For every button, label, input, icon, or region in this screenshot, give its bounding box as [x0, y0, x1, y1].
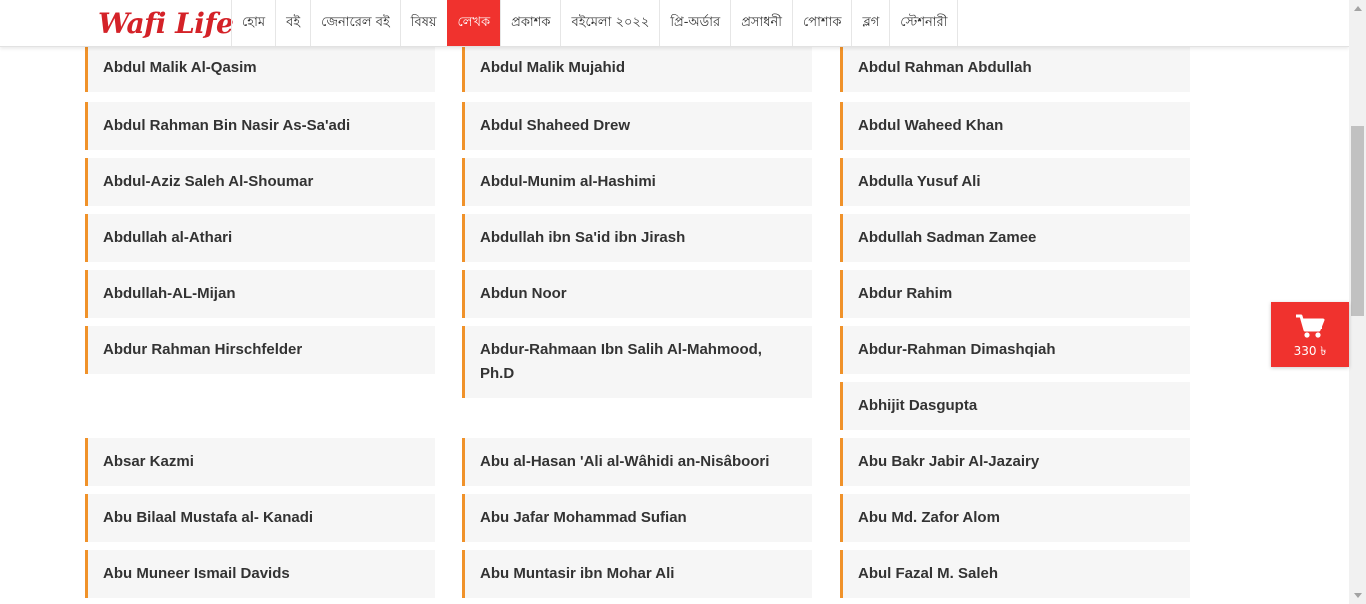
author-card[interactable]: Abhijit Dasgupta — [840, 382, 1190, 430]
floating-cart-button[interactable]: 330 ৳ — [1271, 302, 1349, 367]
scrollbar-thumb[interactable] — [1351, 126, 1364, 316]
site-logo[interactable]: Wafi Life — [98, 6, 234, 42]
nav-item-subjects[interactable]: বিষয় — [399, 0, 447, 46]
author-card[interactable]: Abu Muneer Ismail Davids — [85, 550, 435, 598]
author-card[interactable]: Abdur Rahman Hirschfelder — [85, 326, 435, 374]
author-grid: Abdul Malik Al-Qasim Abdul Malik Mujahid A… — [0, 0, 1349, 604]
nav-item-general-books[interactable]: জেনারেল বই — [310, 0, 400, 46]
cart-total: 330 ৳ — [1293, 344, 1327, 358]
shopping-cart-icon — [1271, 314, 1349, 340]
author-card[interactable]: Abdulla Yusuf Ali — [840, 158, 1190, 206]
nav-item-book-fair-2022[interactable]: বইমেলা ২০২২ — [560, 0, 659, 46]
author-card[interactable]: Abu Bilaal Mustafa al- Kanadi — [85, 494, 435, 542]
author-card[interactable]: Abdul-Munim al-Hashimi — [462, 158, 812, 206]
author-card[interactable]: Abdur Rahim — [840, 270, 1190, 318]
nav-item-publishers[interactable]: প্রকাশক — [500, 0, 560, 46]
author-card[interactable]: Abdullah-AL-Mijan — [85, 270, 435, 318]
author-card[interactable]: Abu al-Hasan 'Ali al-Wâhidi an-Nisâboori — [462, 438, 812, 486]
author-card[interactable]: Abdul Malik Mujahid — [462, 46, 812, 92]
nav-item-cosmetics[interactable]: প্রসাধনী — [730, 0, 792, 46]
scroll-down-arrow-icon[interactable] — [1349, 587, 1366, 604]
nav-item-pre-order[interactable]: প্রি-অর্ডার — [659, 0, 730, 46]
author-card[interactable]: Abdur-Rahman Dimashqiah — [840, 326, 1190, 374]
page-viewport: Abdul Malik Al-Qasim Abdul Malik Mujahid A… — [0, 0, 1349, 604]
author-card[interactable]: Abdullah Sadman Zamee — [840, 214, 1190, 262]
author-card[interactable]: Abu Jafar Mohammad Sufian — [462, 494, 812, 542]
author-card[interactable]: Abu Muntasir ibn Mohar Ali — [462, 550, 812, 598]
vertical-scrollbar[interactable] — [1349, 0, 1366, 604]
author-card[interactable]: Abdul Rahman Bin Nasir As-Sa'adi — [85, 102, 435, 150]
scroll-up-arrow-icon[interactable] — [1349, 0, 1366, 17]
author-card[interactable]: Abul Fazal M. Saleh — [840, 550, 1190, 598]
author-card[interactable]: Abdur-Rahmaan Ibn Salih Al-Mahmood, Ph.D — [462, 326, 812, 398]
author-card[interactable]: Abdul Malik Al-Qasim — [85, 46, 435, 92]
author-card[interactable]: Abdullah ibn Sa'id ibn Jirash — [462, 214, 812, 262]
nav-item-home[interactable]: হোম — [231, 0, 275, 46]
top-navbar: Wafi Life হোম বই জেনারেল বই বিষয় লেখক প্রকাশ… — [0, 0, 1349, 47]
nav-item-authors[interactable]: লেখক — [446, 0, 501, 46]
nav-item-clothing[interactable]: পোশাক — [792, 0, 851, 46]
nav-item-stationery[interactable]: স্টেশনারী — [889, 0, 959, 46]
author-card[interactable]: Absar Kazmi — [85, 438, 435, 486]
author-card[interactable]: Abdul Rahman Abdullah — [840, 46, 1190, 92]
author-card[interactable]: Abdullah al-Athari — [85, 214, 435, 262]
author-card[interactable]: Abdul-Aziz Saleh Al-Shoumar — [85, 158, 435, 206]
author-card[interactable]: Abdul Shaheed Drew — [462, 102, 812, 150]
nav-item-books[interactable]: বই — [275, 0, 310, 46]
nav-item-blog[interactable]: ব্লগ — [851, 0, 889, 46]
author-card[interactable]: Abu Bakr Jabir Al-Jazairy — [840, 438, 1190, 486]
author-card[interactable]: Abu Md. Zafor Alom — [840, 494, 1190, 542]
author-card[interactable]: Abdul Waheed Khan — [840, 102, 1190, 150]
main-nav: হোম বই জেনারেল বই বিষয় লেখক প্রকাশক বইমেলা ২০… — [231, 0, 959, 46]
author-card[interactable]: Abdun Noor — [462, 270, 812, 318]
